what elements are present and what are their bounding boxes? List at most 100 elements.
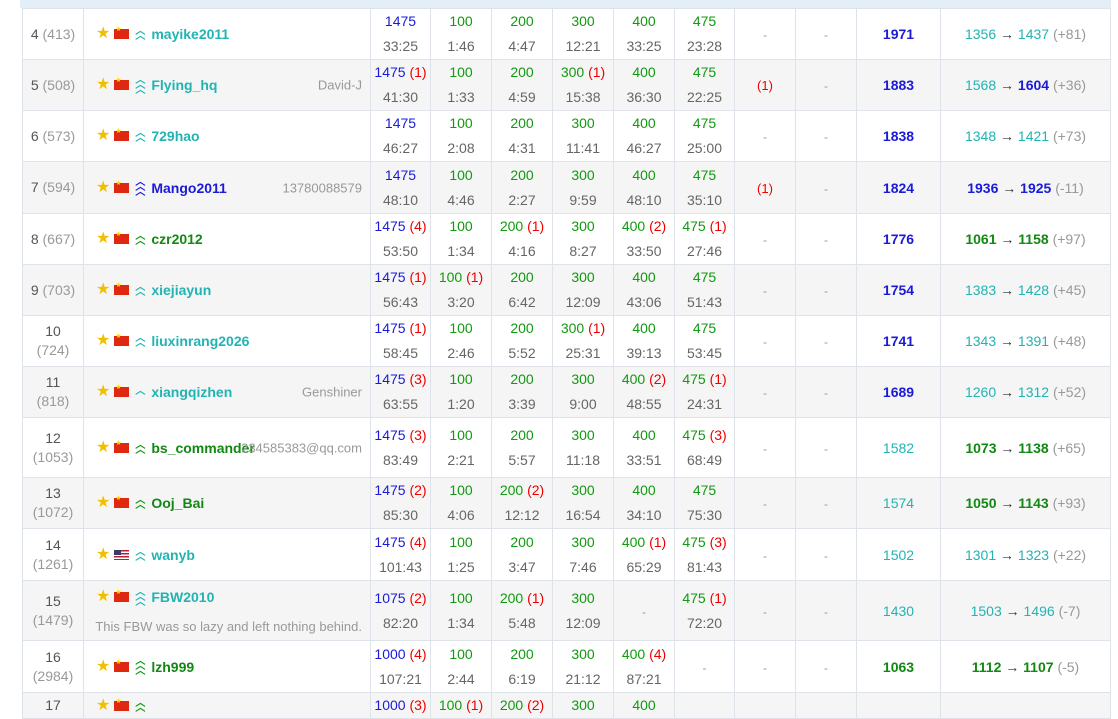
problem-cell[interactable]: 400 46:27 — [613, 110, 675, 162]
username-link[interactable]: lzh999 — [151, 659, 194, 675]
problem-cell[interactable]: 1075 (2) 82:20 — [370, 580, 431, 641]
problem-cell[interactable]: 100 (1) — [430, 692, 492, 719]
problem-cell[interactable]: 1475 (2) 85:30 — [370, 477, 431, 529]
problem-cell[interactable]: 1000 (3) — [370, 692, 431, 719]
username-link[interactable]: FBW2010 — [151, 589, 214, 605]
problem-cell[interactable]: 400 39:13 — [613, 315, 675, 367]
problem-cell[interactable]: 1475 (1) 56:43 — [370, 264, 431, 316]
problem-cell[interactable]: 300 11:41 — [552, 110, 614, 162]
username-link[interactable]: Mango2011 — [151, 180, 226, 196]
problem-cell[interactable]: 400 (2) 48:55 — [613, 366, 675, 418]
username-link[interactable]: Flying_hq — [151, 77, 217, 93]
star-icon[interactable]: ★ — [96, 282, 110, 298]
problem-cell[interactable]: 200 5:52 — [491, 315, 553, 367]
star-icon[interactable]: ★ — [96, 439, 110, 456]
problem-cell[interactable]: 475 51:43 — [674, 264, 735, 316]
problem-cell[interactable]: 300 7:46 — [552, 528, 614, 581]
username-link[interactable]: mayike2011 — [151, 26, 229, 42]
problem-cell[interactable]: 100 1:46 — [430, 8, 492, 60]
star-icon[interactable]: ★ — [96, 697, 110, 714]
problem-cell[interactable]: 400 33:51 — [613, 417, 675, 478]
problem-cell[interactable]: 1475 46:27 — [370, 110, 431, 162]
problem-cell[interactable]: 1475 (3) 83:49 — [370, 417, 431, 478]
star-icon[interactable]: ★ — [96, 333, 110, 349]
username-link[interactable]: czr2012 — [151, 231, 202, 247]
problem-cell[interactable]: 400 — [613, 692, 675, 719]
problem-cell[interactable]: 300 (1) 15:38 — [552, 59, 614, 111]
problem-cell[interactable]: 100 4:06 — [430, 477, 492, 529]
problem-cell[interactable]: 400 48:10 — [613, 161, 675, 214]
problem-cell[interactable]: 300 16:54 — [552, 477, 614, 529]
star-icon[interactable]: ★ — [96, 384, 110, 400]
star-icon[interactable]: ★ — [96, 179, 110, 196]
problem-cell[interactable]: - — [674, 640, 735, 693]
star-icon[interactable]: ★ — [96, 128, 110, 144]
problem-cell[interactable]: 300 12:09 — [552, 264, 614, 316]
problem-cell[interactable]: 1475 (1) 41:30 — [370, 59, 431, 111]
star-icon[interactable]: ★ — [96, 495, 110, 511]
problem-cell[interactable]: 1475 (4) 53:50 — [370, 213, 431, 265]
star-icon[interactable]: ★ — [96, 231, 110, 247]
problem-cell[interactable]: 1000 (4) 107:21 — [370, 640, 431, 693]
problem-cell[interactable]: 200 4:59 — [491, 59, 553, 111]
problem-cell[interactable]: 300 9:59 — [552, 161, 614, 214]
problem-cell[interactable]: 200 3:39 — [491, 366, 553, 418]
problem-cell[interactable]: - — [613, 580, 675, 641]
problem-cell[interactable]: 475 23:28 — [674, 8, 735, 60]
problem-cell[interactable]: 200 3:47 — [491, 528, 553, 581]
problem-cell[interactable]: 100 (1) 3:20 — [430, 264, 492, 316]
problem-cell[interactable]: 200 (1) 4:16 — [491, 213, 553, 265]
problem-cell[interactable]: 200 6:19 — [491, 640, 553, 693]
star-icon[interactable]: ★ — [96, 26, 110, 42]
problem-cell[interactable]: 1475 (1) 58:45 — [370, 315, 431, 367]
problem-cell[interactable]: 100 2:21 — [430, 417, 492, 478]
problem-cell[interactable]: 300 — [552, 692, 614, 719]
problem-cell[interactable]: 1475 33:25 — [370, 8, 431, 60]
problem-cell[interactable]: 200 (2) 12:12 — [491, 477, 553, 529]
star-icon[interactable]: ★ — [96, 658, 110, 675]
star-icon[interactable]: ★ — [96, 77, 110, 93]
username-link[interactable]: 729hao — [151, 128, 199, 144]
username-link[interactable]: liuxinrang2026 — [151, 333, 249, 349]
problem-cell[interactable]: 100 1:34 — [430, 213, 492, 265]
problem-cell[interactable]: 1475 48:10 — [370, 161, 431, 214]
problem-cell[interactable]: 300 12:21 — [552, 8, 614, 60]
problem-cell[interactable]: 475 25:00 — [674, 110, 735, 162]
problem-cell[interactable]: 200 4:31 — [491, 110, 553, 162]
problem-cell[interactable]: 475 22:25 — [674, 59, 735, 111]
problem-cell[interactable]: 475 (1) 24:31 — [674, 366, 735, 418]
problem-cell[interactable]: 1475 (3) 63:55 — [370, 366, 431, 418]
problem-cell[interactable]: 475 (3) 81:43 — [674, 528, 735, 581]
problem-cell[interactable]: 475 75:30 — [674, 477, 735, 529]
problem-cell[interactable]: 475 53:45 — [674, 315, 735, 367]
problem-cell[interactable]: 475 35:10 — [674, 161, 735, 214]
problem-cell[interactable]: 200 6:42 — [491, 264, 553, 316]
problem-cell[interactable]: 100 2:46 — [430, 315, 492, 367]
problem-cell[interactable]: 300 11:18 — [552, 417, 614, 478]
problem-cell[interactable]: 400 34:10 — [613, 477, 675, 529]
star-icon[interactable]: ★ — [96, 589, 110, 605]
problem-cell[interactable]: 100 4:46 — [430, 161, 492, 214]
problem-cell[interactable]: 475 (1) 72:20 — [674, 580, 735, 641]
problem-cell[interactable]: 300 21:12 — [552, 640, 614, 693]
username-link[interactable]: Ooj_Bai — [151, 495, 204, 511]
problem-cell[interactable]: 100 1:33 — [430, 59, 492, 111]
problem-cell[interactable]: 300 8:27 — [552, 213, 614, 265]
problem-cell[interactable]: 475 (3) 68:49 — [674, 417, 735, 478]
problem-cell[interactable]: 300 9:00 — [552, 366, 614, 418]
problem-cell[interactable]: 100 1:20 — [430, 366, 492, 418]
problem-cell[interactable]: 300 12:09 — [552, 580, 614, 641]
problem-cell[interactable]: 200 5:57 — [491, 417, 553, 478]
problem-cell[interactable]: 400 (4) 87:21 — [613, 640, 675, 693]
problem-cell[interactable]: 1475 (4) 101:43 — [370, 528, 431, 581]
problem-cell[interactable]: 100 1:25 — [430, 528, 492, 581]
problem-cell[interactable]: 200 4:47 — [491, 8, 553, 60]
username-link[interactable]: xiangqizhen — [151, 384, 232, 400]
problem-cell[interactable]: 100 1:34 — [430, 580, 492, 641]
problem-cell[interactable]: 400 33:25 — [613, 8, 675, 60]
problem-cell[interactable]: 400 (2) 33:50 — [613, 213, 675, 265]
problem-cell[interactable]: 100 2:44 — [430, 640, 492, 693]
problem-cell[interactable]: 200 (2) — [491, 692, 553, 719]
username-link[interactable]: wanyb — [151, 547, 195, 563]
problem-cell[interactable]: 400 43:06 — [613, 264, 675, 316]
